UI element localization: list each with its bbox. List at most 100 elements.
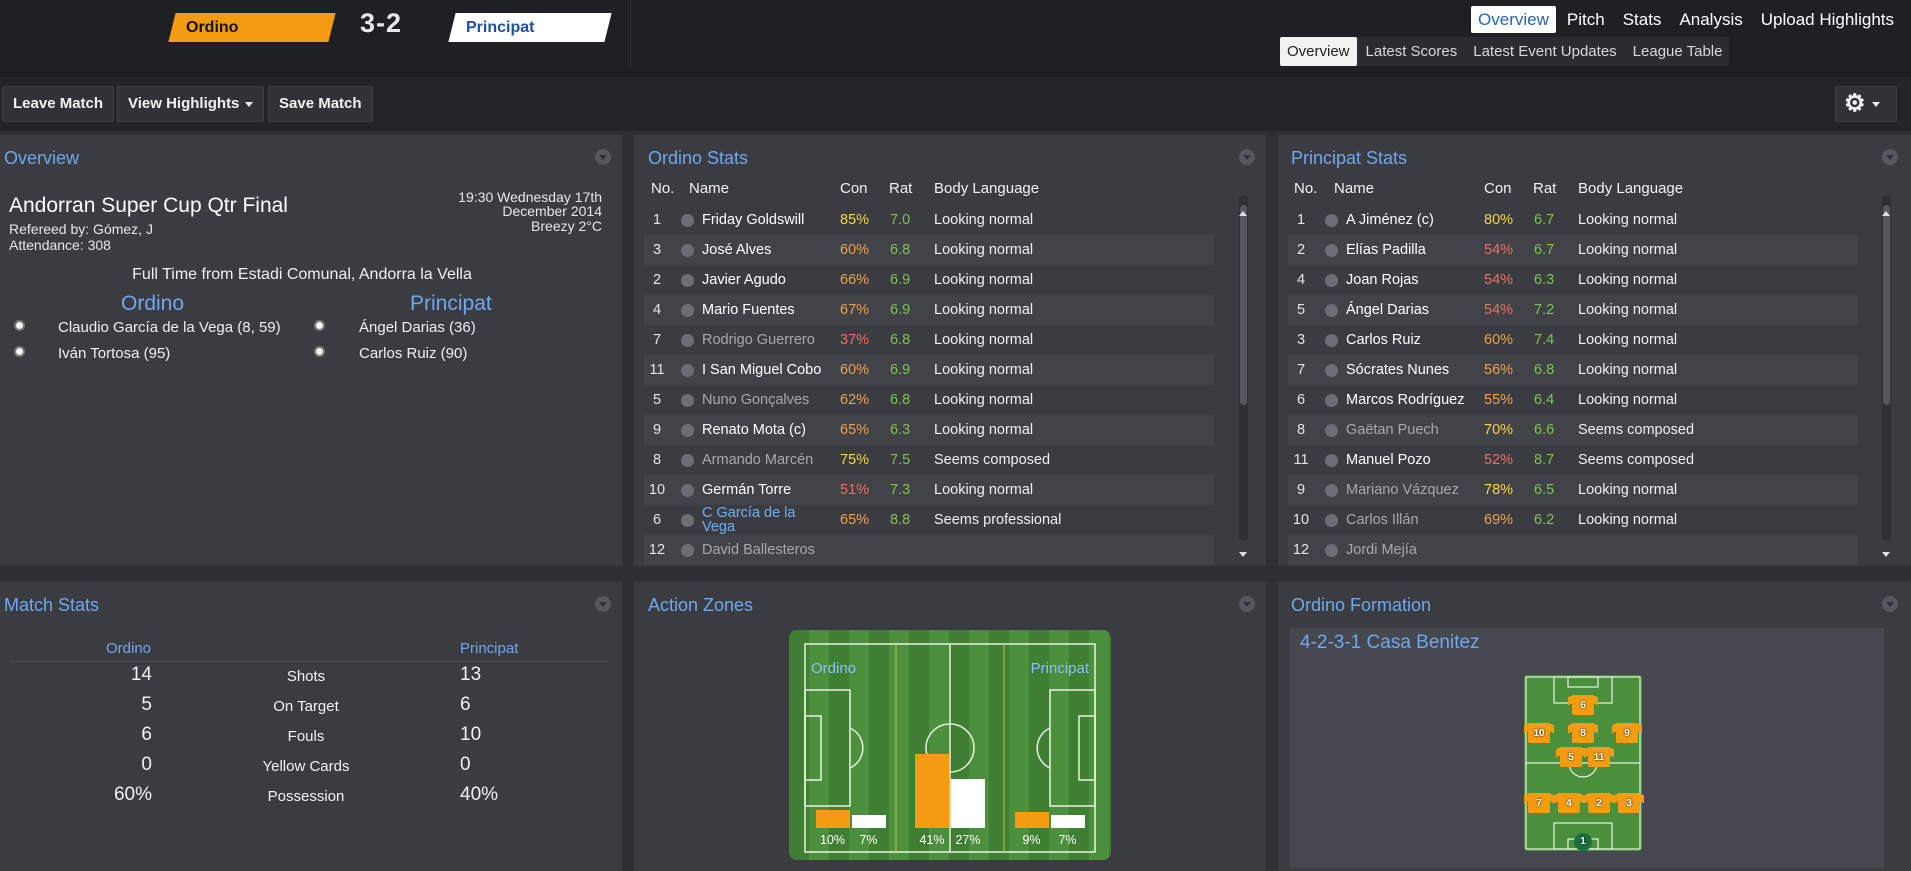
player-row[interactable]: 12 Jordi Mejía xyxy=(1288,535,1858,565)
info-icon[interactable] xyxy=(681,304,694,317)
player-name[interactable]: Jordi Mejía xyxy=(1346,542,1417,558)
info-icon[interactable] xyxy=(681,424,694,437)
scroll-up-icon[interactable] xyxy=(1239,211,1247,216)
info-icon[interactable] xyxy=(681,544,694,557)
home-team-badge[interactable]: Ordino xyxy=(168,13,336,42)
scroll-down-icon[interactable] xyxy=(1882,552,1890,557)
leave-match-button[interactable]: Leave Match xyxy=(2,86,115,122)
player-name[interactable]: Germán Torre xyxy=(702,482,791,498)
info-icon[interactable] xyxy=(1325,454,1338,467)
nav-overview[interactable]: Overview xyxy=(1471,6,1556,33)
player-shirt[interactable]: 10 xyxy=(1528,723,1550,743)
info-icon[interactable] xyxy=(681,334,694,347)
player-row[interactable]: 1 Friday Goldswill 85% 7.0 Looking normal xyxy=(644,205,1214,235)
info-icon[interactable] xyxy=(1325,544,1338,557)
subnav-latest-event-updates[interactable]: Latest Event Updates xyxy=(1466,37,1623,66)
info-icon[interactable] xyxy=(681,514,694,527)
collapse-icon[interactable] xyxy=(1239,596,1255,612)
player-name[interactable]: Carlos Ruiz xyxy=(1346,332,1421,348)
scroll-up-icon[interactable] xyxy=(1882,211,1890,216)
player-shirt[interactable]: 7 xyxy=(1528,793,1550,813)
player-row[interactable]: 3 José Alves 60% 6.8 Looking normal xyxy=(644,235,1214,265)
scrollbar[interactable] xyxy=(1882,195,1891,541)
player-row[interactable]: 12 David Ballesteros xyxy=(644,535,1214,565)
player-row[interactable]: 4 Joan Rojas 54% 6.3 Looking normal xyxy=(1288,265,1858,295)
player-row[interactable]: 5 Nuno Gonçalves 62% 6.8 Looking normal xyxy=(644,385,1214,415)
player-name[interactable]: Sócrates Nunes xyxy=(1346,362,1449,378)
player-name[interactable]: Friday Goldswill xyxy=(702,212,804,228)
collapse-icon[interactable] xyxy=(1882,596,1898,612)
col-body-language[interactable]: Body Language xyxy=(1578,180,1683,197)
col-con[interactable]: Con xyxy=(840,180,868,197)
settings-button[interactable]: ⚙ xyxy=(1835,86,1897,122)
player-name[interactable]: Javier Agudo xyxy=(702,272,786,288)
player-name[interactable]: I San Miguel Cobo xyxy=(702,362,821,378)
col-body-language[interactable]: Body Language xyxy=(934,180,1039,197)
info-icon[interactable] xyxy=(681,484,694,497)
subnav-overview[interactable]: Overview xyxy=(1280,37,1357,66)
collapse-icon[interactable] xyxy=(1239,149,1255,165)
player-name[interactable]: Mario Fuentes xyxy=(702,302,795,318)
col-no[interactable]: No. xyxy=(651,180,674,197)
col-rat[interactable]: Rat xyxy=(889,180,912,197)
player-row[interactable]: 4 Mario Fuentes 67% 6.9 Looking normal xyxy=(644,295,1214,325)
player-shirt[interactable]: 9 xyxy=(1616,723,1638,743)
player-name[interactable]: José Alves xyxy=(702,242,771,258)
player-row[interactable]: 11 Manuel Pozo 52% 8.7 Seems composed xyxy=(1288,445,1858,475)
away-team-badge[interactable]: Principat xyxy=(448,13,612,42)
scroll-down-icon[interactable] xyxy=(1239,552,1247,557)
subnav-league-table[interactable]: League Table xyxy=(1626,37,1730,66)
player-row[interactable]: 2 Javier Agudo 66% 6.9 Looking normal xyxy=(644,265,1214,295)
col-rat[interactable]: Rat xyxy=(1533,180,1556,197)
scroll-thumb[interactable] xyxy=(1883,205,1890,405)
info-icon[interactable] xyxy=(1325,214,1338,227)
player-row[interactable]: 8 Gaëtan Puech 70% 6.6 Seems composed xyxy=(1288,415,1858,445)
player-name[interactable]: Nuno Gonçalves xyxy=(702,392,809,408)
player-name[interactable]: David Ballesteros xyxy=(702,542,815,558)
player-name[interactable]: Manuel Pozo xyxy=(1346,452,1431,468)
player-row[interactable]: 3 Carlos Ruiz 60% 7.4 Looking normal xyxy=(1288,325,1858,355)
info-icon[interactable] xyxy=(1325,514,1338,527)
info-icon[interactable] xyxy=(681,244,694,257)
player-row[interactable]: 10 Carlos Illán 69% 6.2 Looking normal xyxy=(1288,505,1858,535)
nav-upload-highlights[interactable]: Upload Highlights xyxy=(1754,6,1901,33)
nav-pitch[interactable]: Pitch xyxy=(1560,6,1612,33)
info-icon[interactable] xyxy=(1325,274,1338,287)
info-icon[interactable] xyxy=(1325,304,1338,317)
info-icon[interactable] xyxy=(681,394,694,407)
info-icon[interactable] xyxy=(1325,424,1338,437)
col-con[interactable]: Con xyxy=(1484,180,1512,197)
player-shirt[interactable]: 2 xyxy=(1588,793,1610,813)
home-goal-scorer[interactable]: Claudio García de la Vega (8, 59) xyxy=(58,319,281,336)
home-goal-scorer[interactable]: Iván Tortosa (95) xyxy=(58,345,170,362)
player-name[interactable]: Elías Padilla xyxy=(1346,242,1426,258)
player-name[interactable]: Mariano Vázquez xyxy=(1346,482,1459,498)
collapse-icon[interactable] xyxy=(595,149,611,165)
player-name[interactable]: Marcos Rodríguez xyxy=(1346,392,1464,408)
subnav-latest-scores[interactable]: Latest Scores xyxy=(1359,37,1465,66)
info-icon[interactable] xyxy=(1325,484,1338,497)
player-row[interactable]: 9 Mariano Vázquez 78% 6.5 Looking normal xyxy=(1288,475,1858,505)
scroll-thumb[interactable] xyxy=(1240,205,1247,405)
player-row[interactable]: 8 Armando Marcén 75% 7.5 Seems composed xyxy=(644,445,1214,475)
scrollbar[interactable] xyxy=(1239,195,1248,541)
save-match-button[interactable]: Save Match xyxy=(268,86,373,122)
player-row[interactable]: 1 A Jiménez (c) 80% 6.7 Looking normal xyxy=(1288,205,1858,235)
info-icon[interactable] xyxy=(681,214,694,227)
nav-stats[interactable]: Stats xyxy=(1616,6,1669,33)
player-shirt[interactable]: 3 xyxy=(1618,793,1640,813)
player-row[interactable]: 7 Rodrigo Guerrero 37% 6.8 Looking normal xyxy=(644,325,1214,355)
player-row[interactable]: 11 I San Miguel Cobo 60% 6.9 Looking normal xyxy=(644,355,1214,385)
player-row[interactable]: 2 Elías Padilla 54% 6.7 Looking normal xyxy=(1288,235,1858,265)
player-shirt[interactable]: 6 xyxy=(1572,695,1594,715)
player-row[interactable]: 6 Marcos Rodríguez 55% 6.4 Looking normal xyxy=(1288,385,1858,415)
info-icon[interactable] xyxy=(1325,244,1338,257)
goalkeeper-shirt[interactable]: 1 xyxy=(1574,833,1592,851)
player-name[interactable]: Rodrigo Guerrero xyxy=(702,332,815,348)
collapse-icon[interactable] xyxy=(595,596,611,612)
info-icon[interactable] xyxy=(1325,334,1338,347)
formation-name[interactable]: 4-2-3-1 Casa Benitez xyxy=(1300,632,1480,654)
away-goal-scorer[interactable]: Ángel Darias (36) xyxy=(359,319,476,336)
player-name[interactable]: Gaëtan Puech xyxy=(1346,422,1439,438)
player-row[interactable]: 6 C García de la Vega 65% 8.8 Seems professi… xyxy=(644,505,1214,535)
